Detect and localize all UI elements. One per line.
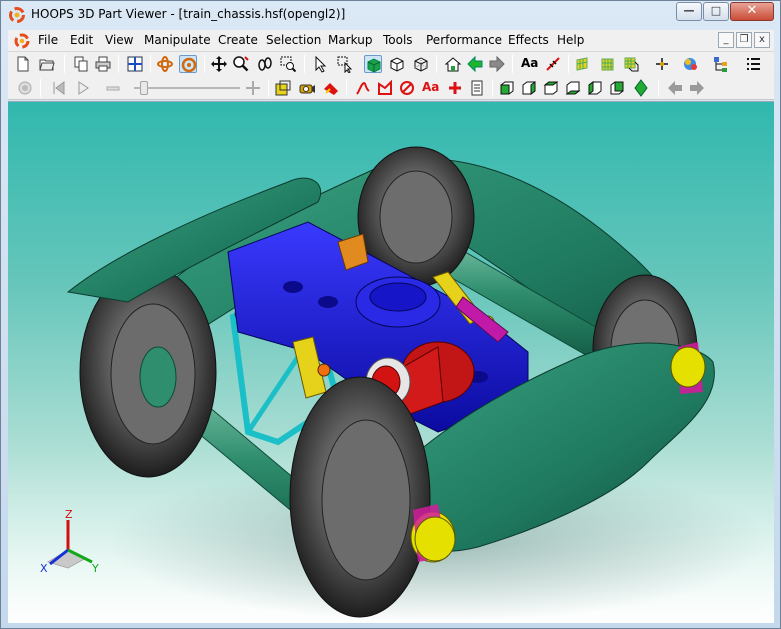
rewind-icon[interactable] [50, 79, 68, 97]
minimize-button[interactable]: — [676, 2, 702, 21]
play-icon[interactable] [74, 79, 92, 97]
maximize-button[interactable]: □ [703, 2, 729, 21]
notes-icon[interactable] [468, 79, 486, 97]
print-icon[interactable] [94, 55, 112, 73]
menu-manipulate[interactable]: Manipulate [144, 33, 211, 47]
polygon-markup-icon[interactable] [376, 79, 394, 97]
train-chassis-model[interactable] [8, 102, 774, 623]
menu-tools[interactable]: Tools [383, 33, 413, 47]
menu-effects[interactable]: Effects [508, 33, 549, 47]
scene-tree-icon[interactable] [712, 55, 730, 73]
axis-z-label: Z [65, 508, 73, 521]
main-toolbar: Aa [8, 52, 774, 76]
cutplane-grid-3-icon[interactable] [622, 55, 640, 73]
list-view-icon[interactable] [744, 55, 762, 73]
mdi-minimize-button[interactable]: _ [718, 32, 734, 48]
view-front-icon[interactable] [498, 79, 516, 97]
maximize-icon: □ [710, 4, 722, 17]
camera-icon[interactable] [298, 79, 316, 97]
text-annotation-tool[interactable]: Aa [521, 56, 538, 70]
menu-help[interactable]: Help [557, 33, 584, 47]
new-file-icon[interactable] [14, 55, 32, 73]
title-bar[interactable]: HOOPS 3D Part Viewer - [train_chassis.hs… [1, 1, 780, 29]
menu-edit[interactable]: Edit [70, 33, 93, 47]
walk-icon[interactable] [256, 55, 274, 73]
application-window: HOOPS 3D Part Viewer - [train_chassis.hs… [0, 0, 781, 629]
zoom-window-icon[interactable] [279, 55, 297, 73]
menu-markup[interactable]: Markup [328, 33, 372, 47]
minimize-icon: — [683, 4, 695, 17]
cutplane-grid-2-icon[interactable] [598, 55, 616, 73]
select-area-icon[interactable] [336, 55, 354, 73]
animation-markup-toolbar: Aa [8, 76, 774, 100]
menu-selection[interactable]: Selection [266, 33, 321, 47]
close-icon: ✕ [746, 3, 758, 18]
view-right-icon[interactable] [608, 79, 626, 97]
window-title: HOOPS 3D Part Viewer - [train_chassis.hs… [31, 7, 346, 21]
hidden-line-icon[interactable] [388, 55, 406, 73]
stop-icon[interactable] [104, 79, 122, 97]
mdi-close-button[interactable]: x [754, 32, 770, 48]
cutplane-grid-icon[interactable] [574, 55, 592, 73]
open-folder-icon[interactable] [38, 55, 56, 73]
mdi-restore-button[interactable]: ❐ [736, 32, 752, 48]
view-top-icon[interactable] [542, 79, 560, 97]
shaded-mode-icon[interactable] [364, 55, 382, 73]
axis-y-label: Y [91, 562, 99, 575]
zoom-icon[interactable] [232, 55, 250, 73]
axis-triad: Z X Y [40, 508, 99, 575]
home-view-icon[interactable] [444, 55, 462, 73]
menu-view[interactable]: View [105, 33, 133, 47]
markup-layer-icon[interactable] [274, 79, 292, 97]
menu-file[interactable]: File [38, 33, 58, 47]
forward-arrow-icon[interactable] [688, 79, 706, 97]
menu-bar: File Edit View Manipulate Create Selecti… [8, 30, 774, 52]
animation-slider-track[interactable] [134, 87, 240, 89]
view-iso-icon[interactable] [632, 79, 650, 97]
add-markup-icon[interactable] [446, 79, 464, 97]
record-icon[interactable] [16, 79, 34, 97]
move-keyframe-icon[interactable] [244, 79, 262, 97]
hoops-logo-icon [9, 7, 25, 23]
fit-world-icon[interactable] [126, 55, 144, 73]
freehand-markup-icon[interactable] [354, 79, 372, 97]
3d-viewport[interactable]: Z X Y [8, 101, 774, 623]
orbit-icon[interactable] [156, 55, 174, 73]
snapshot-icon[interactable] [322, 79, 340, 97]
center-point-icon[interactable] [653, 55, 671, 73]
menu-performance[interactable]: Performance [426, 33, 502, 47]
next-view-icon[interactable] [488, 55, 506, 73]
axis-x-label: X [40, 562, 48, 575]
back-arrow-icon[interactable] [666, 79, 684, 97]
menu-create[interactable]: Create [218, 33, 258, 47]
close-button[interactable]: ✕ [730, 2, 774, 21]
circle-markup-icon[interactable] [398, 79, 416, 97]
copy-icon[interactable] [72, 55, 90, 73]
wireframe-icon[interactable] [412, 55, 430, 73]
document-logo-icon[interactable] [14, 33, 30, 49]
view-back-icon[interactable] [520, 79, 538, 97]
previous-view-icon[interactable] [466, 55, 484, 73]
lighting-icon[interactable] [682, 55, 700, 73]
measure-icon[interactable] [544, 55, 562, 73]
select-arrow-icon[interactable] [312, 55, 330, 73]
view-left-icon[interactable] [586, 79, 604, 97]
rotate-icon[interactable] [179, 55, 197, 73]
view-bottom-icon[interactable] [564, 79, 582, 97]
pan-icon[interactable] [210, 55, 228, 73]
animation-slider-thumb[interactable] [140, 81, 148, 95]
text-markup-tool[interactable]: Aa [422, 80, 439, 94]
